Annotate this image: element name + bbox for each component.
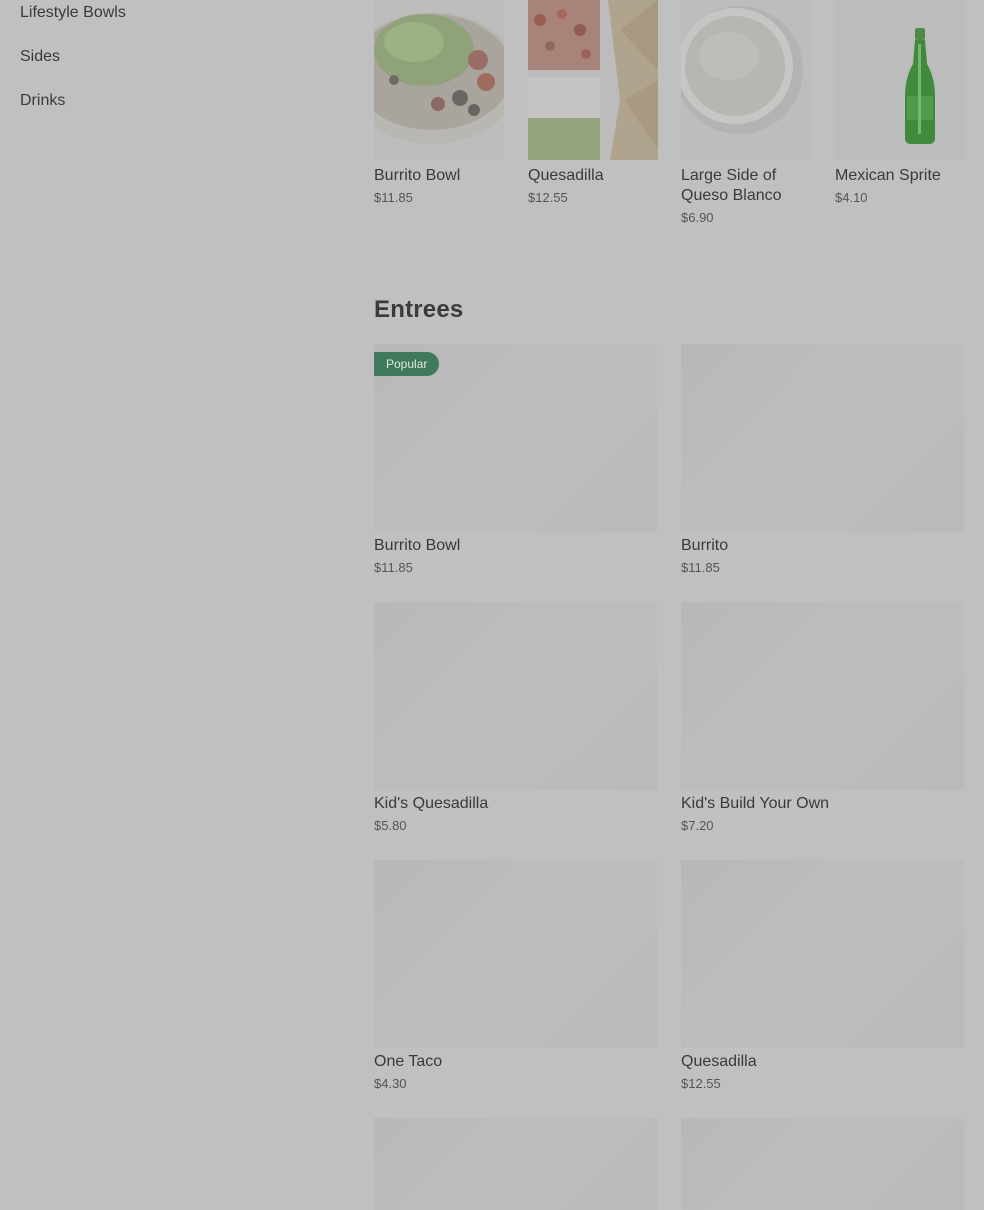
menu-item-card[interactable] <box>374 1118 657 1210</box>
menu-item-price: $4.30 <box>374 1076 407 1091</box>
menu-item-price: $11.85 <box>374 560 413 575</box>
menu-item-image <box>681 344 964 532</box>
menu-item-name: Quesadilla <box>681 1053 757 1070</box>
menu-item-price: $11.85 <box>681 560 720 575</box>
sidebar-item-sides[interactable]: Sides <box>20 48 60 66</box>
featured-item-name: Mexican Sprite <box>835 167 941 184</box>
sidebar-item-lifestyle-bowls[interactable]: Lifestyle Bowls <box>20 4 126 22</box>
menu-item-image <box>374 860 657 1048</box>
menu-item-image <box>681 1118 964 1210</box>
menu-item-card[interactable] <box>681 1118 964 1210</box>
menu-item-price: $7.20 <box>681 818 714 833</box>
menu-item-name: Kid's Build Your Own <box>681 795 830 812</box>
featured-item-price: $6.90 <box>681 210 714 225</box>
queso-blanco-image <box>681 0 811 160</box>
sprite-bottle-image <box>835 0 965 160</box>
sidebar-item-drinks[interactable]: Drinks <box>20 92 65 110</box>
menu-item-name: One Taco <box>374 1053 443 1070</box>
quesadilla-image <box>528 0 658 160</box>
burrito-bowl-image <box>374 0 504 160</box>
menu-item-price: $12.55 <box>681 1076 721 1091</box>
menu-item-card[interactable]: Popular Burrito Bowl $11.85 <box>374 344 657 584</box>
menu-item-name: Burrito Bowl <box>374 537 461 554</box>
menu-item-card[interactable]: Kid's Quesadilla $5.80 <box>374 602 657 842</box>
menu-item-image <box>374 602 657 790</box>
menu-item-card[interactable]: One Taco $4.30 <box>374 860 657 1100</box>
menu-item-price: $5.80 <box>374 818 407 833</box>
menu-item-name: Burrito <box>681 537 729 554</box>
featured-item-price: $11.85 <box>374 190 413 205</box>
menu-item-image <box>681 602 964 790</box>
featured-item-price: $12.55 <box>528 190 568 205</box>
popular-badge: Popular <box>374 352 440 376</box>
menu-item-image <box>681 860 964 1048</box>
section-title-entrees: Entrees <box>374 296 464 323</box>
menu-item-card[interactable]: Burrito $11.85 <box>681 344 964 584</box>
featured-item-price: $4.10 <box>835 190 868 205</box>
menu-item-card[interactable]: Kid's Build Your Own $7.20 <box>681 602 964 842</box>
menu-item-image <box>374 1118 657 1210</box>
featured-item-name: Quesadilla <box>528 167 604 184</box>
featured-item-name: Large Side of Queso Blanco <box>681 167 782 204</box>
menu-item-card[interactable]: Quesadilla $12.55 <box>681 860 964 1100</box>
featured-item-name: Burrito Bowl <box>374 167 461 184</box>
menu-item-name: Kid's Quesadilla <box>374 795 489 812</box>
